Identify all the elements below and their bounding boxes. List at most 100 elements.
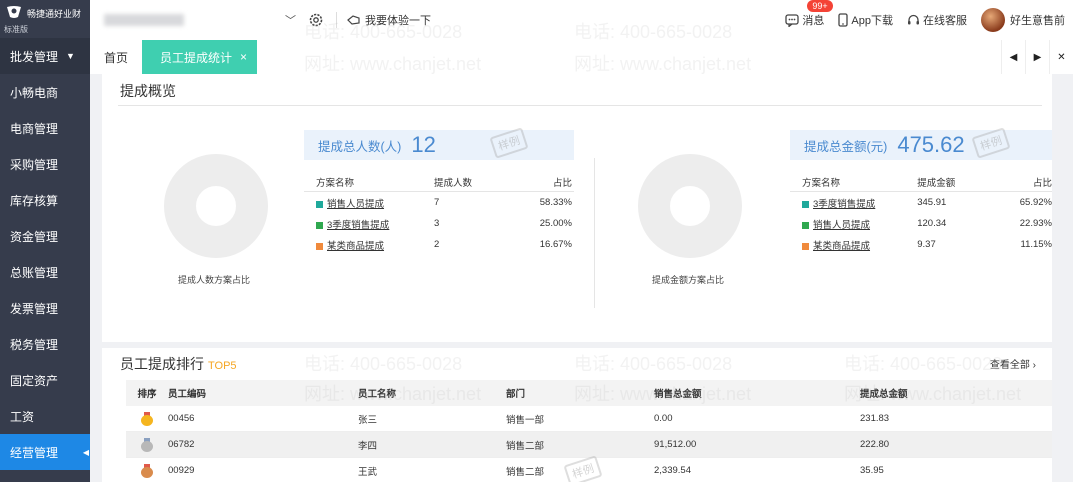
plan-link[interactable]: 某类商品提成: [813, 241, 870, 252]
plan-link[interactable]: 某类商品提成: [327, 241, 384, 252]
commission-total: 35.95: [860, 465, 884, 476]
legend-swatch: [316, 242, 323, 250]
plan-amount: 345.91: [917, 197, 947, 208]
tab-home[interactable]: 首页: [90, 40, 142, 74]
company-name-blurred: [104, 14, 184, 26]
username[interactable]: 好生意售前: [1010, 12, 1065, 28]
tab-scroll-left-icon[interactable]: ◀: [1001, 40, 1025, 74]
total-headcount-value: 12: [411, 132, 436, 157]
sidebar-item-label: 库存核算: [10, 193, 59, 208]
gear-icon[interactable]: [308, 12, 324, 28]
employee-code: 00929: [168, 465, 195, 476]
commission-total: 231.83: [860, 413, 890, 424]
plan-link[interactable]: 3季度销售提成: [813, 199, 875, 210]
gold-medal-icon: [141, 411, 153, 426]
column-header: 提成金额: [917, 177, 956, 189]
view-all-link[interactable]: 查看全部 ›: [990, 356, 1036, 371]
plan-percent: 11.15%: [1020, 239, 1052, 250]
overview-title: 提成概览: [120, 83, 176, 99]
legend-swatch: [802, 242, 809, 250]
hand-icon: [347, 15, 360, 25]
total-amount-stat: 提成总金额(元) 475.62: [790, 130, 1052, 160]
sidebar-item-label: 资金管理: [10, 229, 59, 244]
sidebar-item-funds[interactable]: 资金管理: [0, 218, 90, 254]
brand-logo[interactable]: 畅捷通好业财 标准版: [0, 0, 90, 38]
table-row: 某类商品提成 9.37 11.15%: [790, 234, 1052, 255]
tab-scroll-right-icon[interactable]: ▶: [1025, 40, 1049, 74]
close-all-tabs-icon[interactable]: ✕: [1049, 40, 1073, 74]
divider: [594, 158, 595, 308]
table-row[interactable]: 06782 李四 销售二部 91,512.00 222.80: [126, 432, 1052, 458]
top-right-actions: 消息 99+ App下载 在线客服 好生意售前: [771, 0, 1073, 40]
sidebar: 畅捷通好业财 标准版 批发管理 ▼ 小畅电商 电商管理 采购管理 库存核算 资金管…: [0, 0, 90, 482]
legend-swatch: [316, 221, 323, 229]
sidebar-item-wholesale[interactable]: 批发管理 ▼: [0, 38, 90, 74]
online-service-button[interactable]: 在线客服: [907, 12, 967, 28]
sidebar-item-xiaochang-ecommerce[interactable]: 小畅电商: [0, 74, 90, 110]
column-header: 占比: [1032, 177, 1052, 189]
company-selector[interactable]: ﹀: [104, 14, 296, 27]
brand-edition: 标准版: [4, 25, 28, 34]
column-header: 排序: [137, 389, 157, 400]
sidebar-item-tax[interactable]: 税务管理: [0, 326, 90, 362]
sidebar-item-ecommerce[interactable]: 电商管理: [0, 110, 90, 146]
headcount-plan-table: 方案名称 提成人数 占比 销售人员提成 7 58.33% 3季度销售提成 3 2…: [304, 172, 574, 255]
table-row: 销售人员提成 120.34 22.93%: [790, 213, 1052, 234]
chevron-down-icon: ﹀: [285, 15, 296, 27]
plan-percent: 58.33%: [539, 197, 572, 208]
sidebar-item-fixed-assets[interactable]: 固定资产: [0, 362, 90, 398]
plan-percent: 16.67%: [539, 239, 572, 250]
sidebar-item-label: 税务管理: [10, 337, 59, 352]
ranking-title-text: 员工提成排行: [120, 356, 204, 372]
caret-left-icon: ◀: [82, 447, 89, 457]
table-row[interactable]: 00456 张三 销售一部 0.00 231.83: [126, 406, 1052, 432]
sidebar-item-business[interactable]: 经营管理 ◀: [0, 434, 90, 470]
table-row: 3季度销售提成 3 25.00%: [304, 213, 574, 234]
sales-total: 91,512.00: [654, 439, 697, 450]
try-experience-label: 我要体验一下: [365, 15, 431, 27]
messages-button[interactable]: 消息 99+: [785, 0, 833, 28]
column-header: 占比: [552, 177, 572, 189]
chanjet-logo-icon: [4, 4, 24, 20]
column-header: 方案名称: [802, 177, 841, 189]
table-row: 3季度销售提成 345.91 65.92%: [790, 192, 1052, 213]
close-icon[interactable]: ×: [240, 50, 247, 64]
phone-icon: [838, 13, 849, 27]
headcount-donut-label: 提成人数方案占比: [178, 275, 251, 285]
plan-link[interactable]: 销售人员提成: [327, 199, 384, 210]
commission-total: 222.80: [860, 439, 890, 450]
tab-employee-commission[interactable]: 员工提成统计 ×: [142, 40, 258, 74]
employee-name: 王武: [358, 466, 378, 478]
tab-home-label: 首页: [104, 50, 129, 65]
main-content: 提成概览 提成人数方案占比 提成总人数(人) 12 方案名称 提成人数 占比 销…: [90, 74, 1061, 482]
view-all-label: 查看全部: [989, 360, 1030, 371]
app-download-button[interactable]: App下载: [838, 12, 893, 28]
caret-down-icon: ▼: [66, 51, 75, 61]
sidebar-item-label: 批发管理: [10, 49, 59, 64]
plan-count: 7: [434, 197, 440, 208]
sidebar-item-ledger[interactable]: 总账管理: [0, 254, 90, 290]
table-row: 某类商品提成 2 16.67%: [304, 234, 574, 255]
sidebar-item-invoice[interactable]: 发票管理: [0, 290, 90, 326]
total-headcount-label: 提成总人数(人): [318, 139, 402, 154]
sidebar-item-salary[interactable]: 工资: [0, 398, 90, 434]
legend-swatch: [802, 221, 809, 229]
plan-link[interactable]: 销售人员提成: [813, 220, 870, 231]
sidebar-item-label: 总账管理: [10, 265, 59, 280]
sidebar-item-inventory[interactable]: 库存核算: [0, 182, 90, 218]
sidebar-item-label: 工资: [10, 409, 35, 424]
plan-percent: 22.93%: [1019, 218, 1052, 229]
app-download-label: App下载: [851, 15, 893, 27]
total-amount-value: 475.62: [897, 132, 965, 157]
divider: [118, 105, 1042, 106]
ranking-title: 员工提成排行 TOP5: [120, 354, 237, 374]
try-experience-link[interactable]: 我要体验一下: [347, 12, 431, 28]
commission-overview-card: 提成概览 提成人数方案占比 提成总人数(人) 12 方案名称 提成人数 占比 销…: [102, 74, 1052, 342]
avatar[interactable]: [981, 8, 1005, 32]
plan-link[interactable]: 3季度销售提成: [327, 220, 389, 231]
message-icon: [785, 13, 800, 27]
table-header: 方案名称 提成人数 占比: [304, 172, 574, 192]
legend-swatch: [802, 200, 809, 208]
sidebar-item-purchase[interactable]: 采购管理: [0, 146, 90, 182]
sales-total: 0.00: [654, 413, 673, 424]
